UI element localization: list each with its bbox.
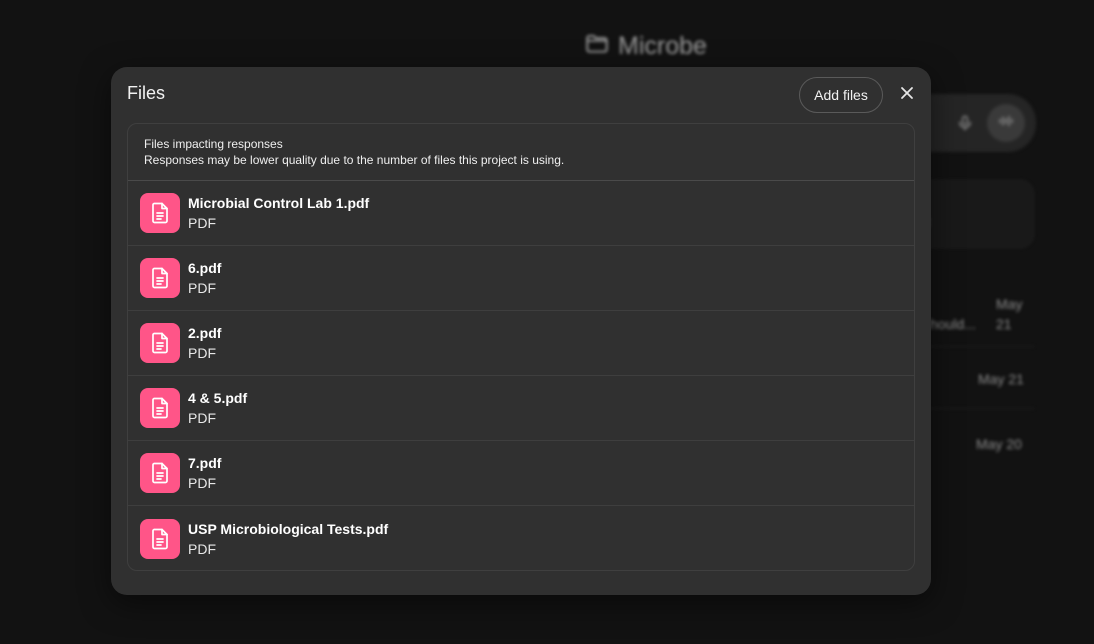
voice-waveform-icon — [997, 112, 1015, 135]
file-type: PDF — [188, 215, 216, 231]
close-button[interactable] — [895, 83, 919, 107]
notice-text: Responses may be lower quality due to th… — [144, 153, 565, 167]
file-row[interactable]: Microbial Control Lab 1.pdf PDF — [128, 181, 914, 246]
close-icon — [900, 86, 914, 105]
file-meta: USP Microbiological Tests.pdf PDF — [188, 520, 388, 558]
file-name: 2.pdf — [188, 325, 222, 341]
folder-icon — [584, 30, 610, 63]
document-icon — [140, 193, 180, 233]
conversation-date: May 20 — [976, 436, 1022, 452]
document-icon — [140, 323, 180, 363]
document-icon — [140, 518, 180, 559]
file-name: Microbial Control Lab 1.pdf — [188, 195, 370, 211]
file-row[interactable]: USP Microbiological Tests.pdf PDF — [128, 506, 914, 570]
file-name: 6.pdf — [188, 260, 222, 276]
voice-mode-button[interactable] — [987, 104, 1025, 142]
files-list: Files impacting responses Responses may … — [127, 123, 915, 571]
file-row[interactable]: 6.pdf PDF — [128, 246, 914, 311]
file-type: PDF — [188, 540, 216, 557]
conversation-date-day: 21 — [996, 316, 1012, 332]
file-row[interactable]: 7.pdf PDF — [128, 441, 914, 506]
file-meta: 7.pdf PDF — [188, 454, 221, 492]
file-meta: Microbial Control Lab 1.pdf PDF — [188, 194, 369, 232]
file-row[interactable]: 4 & 5.pdf PDF — [128, 376, 914, 441]
conversation-date-month: May — [996, 296, 1023, 312]
project-header: Microbe — [584, 30, 707, 63]
file-name: 7.pdf — [188, 455, 222, 471]
file-type: PDF — [188, 475, 216, 491]
notice-title: Files impacting responses — [144, 137, 283, 151]
files-notice: Files impacting responses Responses may … — [128, 124, 914, 181]
microphone-icon[interactable] — [952, 110, 978, 136]
conversation-date: May 21 — [978, 371, 1024, 387]
project-title: Microbe — [618, 32, 707, 60]
file-meta: 4 & 5.pdf PDF — [188, 389, 247, 427]
file-name: 4 & 5.pdf — [188, 390, 248, 406]
file-name: USP Microbiological Tests.pdf — [188, 520, 389, 537]
conversation-snippet: hould... — [930, 316, 976, 332]
file-type: PDF — [188, 345, 216, 361]
document-icon — [140, 453, 180, 493]
file-row[interactable]: 2.pdf PDF — [128, 311, 914, 376]
document-icon — [140, 258, 180, 298]
file-type: PDF — [188, 410, 216, 426]
file-meta: 6.pdf PDF — [188, 259, 221, 297]
dialog-title: Files — [127, 83, 166, 103]
add-files-button[interactable]: Add files — [799, 77, 883, 113]
file-type: PDF — [188, 280, 216, 296]
file-rows: Microbial Control Lab 1.pdf PDF 6.pdf PD… — [128, 181, 914, 570]
files-dialog: Files Add files Files impacting response… — [111, 67, 931, 595]
file-meta: 2.pdf PDF — [188, 324, 221, 362]
document-icon — [140, 388, 180, 428]
